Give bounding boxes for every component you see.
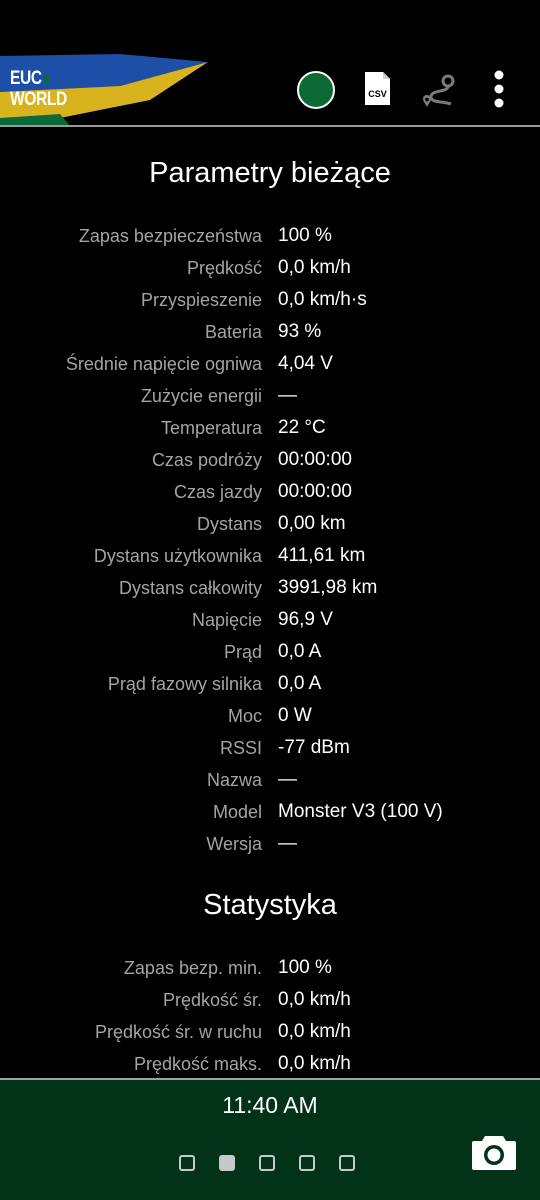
camera-icon[interactable] [471, 1132, 517, 1172]
param-row-model: Model Monster V3 (100 V) [0, 796, 540, 828]
param-label: Dystans [196, 514, 262, 534]
top-app-bar: EUC WORLD CSV [0, 0, 540, 127]
param-value: — [278, 385, 297, 406]
param-row-zapas-bezp-min: Zapas bezp. min. 100 % [0, 952, 540, 984]
statistics-title: Statystyka [203, 889, 337, 921]
logo-line2: WORLD [10, 89, 67, 110]
param-label: Prąd [223, 642, 262, 662]
param-row-dystans-calkowity: Dystans całkowity 3991,98 km [0, 572, 540, 604]
param-row-predkosc-sr-w-ruchu: Prędkość śr. w ruchu 0,0 km/h [0, 1016, 540, 1048]
param-row-rssi: RSSI -77 dBm [0, 732, 540, 764]
param-label: Prędkość śr. [162, 990, 262, 1010]
route-icon[interactable] [421, 73, 457, 109]
param-label: Zużycie energii [140, 386, 262, 406]
param-label: Przyspieszenie [140, 290, 262, 310]
param-value: 100 % [278, 957, 332, 978]
param-value: — [278, 769, 297, 790]
param-row-srednie-napiecie-ogniwa: Średnie napięcie ogniwa 4,04 V [0, 348, 540, 380]
param-value: 22 °C [278, 417, 326, 438]
param-label: Dystans użytkownika [93, 546, 262, 566]
param-value: 0,0 km/h·s [278, 289, 367, 310]
param-row-dystans: Dystans 0,00 km [0, 508, 540, 540]
param-value: 00:00:00 [278, 449, 352, 470]
param-row-temperatura: Temperatura 22 °C [0, 412, 540, 444]
param-value: 411,61 km [278, 545, 366, 566]
param-value: 0,0 km/h [278, 989, 351, 1010]
csv-export-icon[interactable]: CSV [364, 71, 391, 106]
param-value: 93 % [278, 321, 322, 342]
param-label: Zapas bezp. min. [123, 958, 262, 978]
param-value: 4,04 V [278, 353, 333, 374]
param-label: Wersja [206, 834, 262, 854]
param-label: Prędkość śr. w ruchu [94, 1022, 262, 1042]
param-label: Dystans całkowity [118, 578, 262, 598]
page-dot-1[interactable] [179, 1155, 195, 1171]
connection-status-button[interactable] [297, 71, 335, 109]
param-label: Czas podróży [151, 450, 262, 470]
param-value: 0 W [278, 705, 312, 726]
page-dot-3[interactable] [259, 1155, 275, 1171]
param-row-predkosc-maks: Prędkość maks. 0,0 km/h [0, 1048, 540, 1078]
current-parameters-title: Parametry bieżące [149, 157, 391, 189]
param-row-dystans-uzytkownika: Dystans użytkownika 411,61 km [0, 540, 540, 572]
app-logo: EUC WORLD [10, 68, 67, 110]
param-value: 0,0 km/h [278, 257, 351, 278]
param-value: -77 dBm [278, 737, 350, 758]
param-row-przyspieszenie: Przyspieszenie 0,0 km/h·s [0, 284, 540, 316]
param-row-zapas-bezpieczenstwa: Zapas bezpieczeństwa 100 % [0, 220, 540, 252]
param-label: Prędkość maks. [133, 1054, 262, 1074]
logo-line1: EUC [10, 68, 42, 89]
param-row-prad-fazowy-silnika: Prąd fazowy silnika 0,0 A [0, 668, 540, 700]
param-row-nazwa: Nazwa — [0, 764, 540, 796]
param-value: Monster V3 (100 V) [278, 801, 443, 822]
param-value: 100 % [278, 225, 332, 246]
param-row-czas-jazdy: Czas jazdy 00:00:00 [0, 476, 540, 508]
param-value: — [278, 833, 297, 854]
more-vert-icon[interactable] [489, 70, 509, 110]
param-label: Czas jazdy [173, 482, 262, 502]
param-value: 3991,98 km [278, 577, 378, 598]
param-value: 00:00:00 [278, 481, 352, 502]
param-label: Nazwa [206, 770, 262, 790]
param-value: 0,0 km/h [278, 1053, 351, 1074]
param-row-bateria: Bateria 93 % [0, 316, 540, 348]
param-value: 0,0 A [278, 673, 322, 694]
param-row-predkosc: Prędkość 0,0 km/h [0, 252, 540, 284]
param-label: Prędkość [186, 258, 262, 278]
page-dot-4[interactable] [299, 1155, 315, 1171]
param-row-czas-podrozy: Czas podróży 00:00:00 [0, 444, 540, 476]
param-label: Napięcie [191, 610, 262, 630]
app-screen: EUC WORLD CSV Parametry bieżące Zapas be… [0, 0, 540, 1200]
param-value: 0,0 km/h [278, 1021, 351, 1042]
param-row-napiecie: Napięcie 96,9 V [0, 604, 540, 636]
parameters-scroll-view[interactable]: Parametry bieżące Zapas bezpieczeństwa 10… [0, 127, 540, 1078]
clock: 11:40 AM [222, 1092, 318, 1118]
param-row-wersja: Wersja — [0, 828, 540, 860]
param-row-predkosc-sr: Prędkość śr. 0,0 km/h [0, 984, 540, 1016]
page-dot-2[interactable] [219, 1155, 235, 1171]
param-label: Moc [227, 706, 262, 726]
param-row-prad: Prąd 0,0 A [0, 636, 540, 668]
param-label: Średnie napięcie ogniwa [65, 354, 262, 374]
logo-dot-icon [43, 74, 50, 83]
param-label: Temperatura [160, 418, 262, 438]
csv-icon-label: CSV [368, 89, 387, 99]
param-label: RSSI [219, 738, 262, 758]
param-label: Model [212, 802, 262, 822]
bottom-status-panel: 11:40 AM [0, 1078, 540, 1200]
param-label: Zapas bezpieczeństwa [78, 226, 262, 246]
param-label: Prąd fazowy silnika [107, 674, 262, 694]
param-label: Bateria [204, 322, 262, 342]
param-row-zuzycie-energii: Zużycie energii — [0, 380, 540, 412]
param-value: 0,00 km [278, 513, 346, 534]
param-value: 96,9 V [278, 609, 333, 630]
param-value: 0,0 A [278, 641, 322, 662]
page-dot-5[interactable] [339, 1155, 355, 1171]
param-row-moc: Moc 0 W [0, 700, 540, 732]
